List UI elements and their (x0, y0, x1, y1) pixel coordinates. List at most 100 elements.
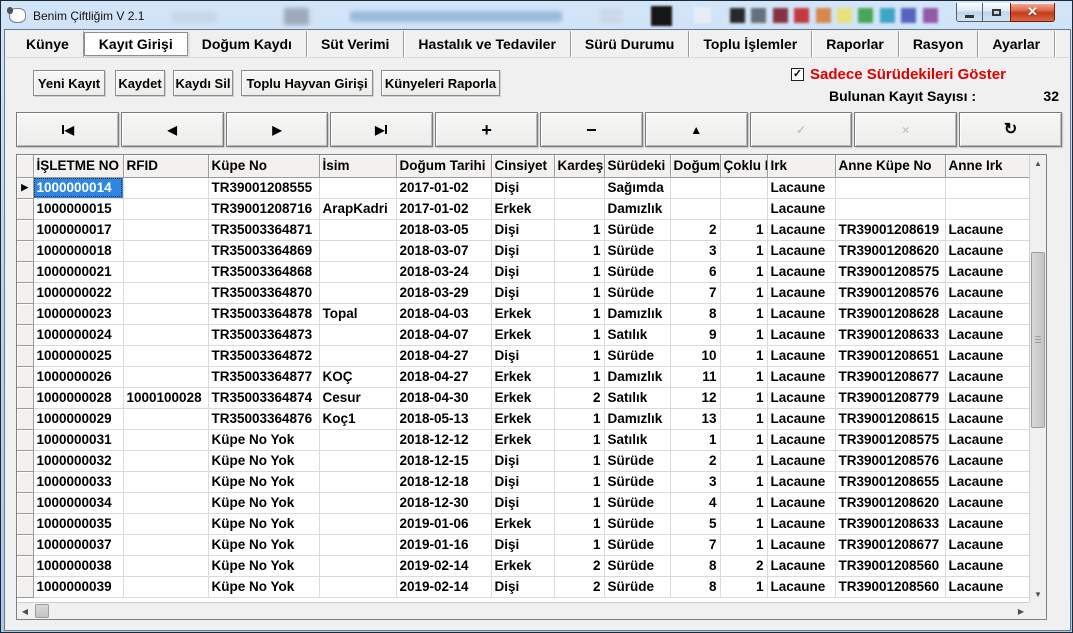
cell[interactable]: TR39001208628 (835, 303, 945, 324)
table-row[interactable]: 1000000018TR350033648692018-03-07Dişi1Sü… (17, 240, 1029, 261)
cell[interactable]: 2018-05-13 (396, 408, 491, 429)
cell[interactable]: 2018-04-27 (396, 345, 491, 366)
scroll-right-icon[interactable]: ▶ (1013, 603, 1029, 619)
cell[interactable]: Satılık (604, 429, 670, 450)
column-header-kupe-no[interactable]: Küpe No (208, 155, 319, 177)
cell[interactable]: Lacaune (767, 576, 835, 597)
cell[interactable]: 1 (720, 366, 767, 387)
cell[interactable]: 1000000017 (33, 219, 123, 240)
tab-raporlar[interactable]: Raporlar (812, 31, 899, 57)
cell[interactable] (319, 450, 396, 471)
cell[interactable]: Sürüde (604, 576, 670, 597)
cell[interactable] (123, 408, 208, 429)
cell[interactable]: 1000000031 (33, 429, 123, 450)
cell[interactable]: Lacaune (767, 177, 835, 198)
cell[interactable]: 1 (720, 429, 767, 450)
cell[interactable]: Sağımda (604, 177, 670, 198)
cell[interactable]: Lacaune (767, 492, 835, 513)
cell[interactable]: TR39001208620 (835, 240, 945, 261)
cell[interactable]: 1000000037 (33, 534, 123, 555)
table-row[interactable]: 1000000029TR35003364876Koç12018-05-13Erk… (17, 408, 1029, 429)
tab-kay-t-girisi[interactable]: Kayıt Girişi (84, 32, 188, 56)
cell[interactable]: Sürüde (604, 450, 670, 471)
cell[interactable]: 1 (720, 576, 767, 597)
cell[interactable]: TR39001208633 (835, 513, 945, 534)
cell[interactable]: 2 (554, 555, 604, 576)
cell[interactable]: 1 (720, 324, 767, 345)
cell[interactable] (123, 261, 208, 282)
cell[interactable]: 1 (720, 219, 767, 240)
cell[interactable]: Lacaune (945, 471, 1029, 492)
cell[interactable]: 1 (670, 429, 720, 450)
table-row[interactable]: 1000000037Küpe No Yok2019-01-16Dişi1Sürü… (17, 534, 1029, 555)
cell[interactable]: Lacaune (945, 324, 1029, 345)
cell[interactable] (319, 240, 396, 261)
cell[interactable]: 2019-02-14 (396, 576, 491, 597)
cell[interactable]: TR35003364871 (208, 219, 319, 240)
cell[interactable]: 2 (670, 450, 720, 471)
cell[interactable]: Erkek (491, 408, 554, 429)
cell[interactable]: 1 (720, 282, 767, 303)
cell[interactable]: 1 (554, 261, 604, 282)
column-header-dogum-tarihi[interactable]: Doğum Tarihi (396, 155, 491, 177)
cell[interactable]: Lacaune (945, 303, 1029, 324)
cell[interactable]: 1 (554, 282, 604, 303)
cell[interactable]: 2 (720, 555, 767, 576)
cell[interactable] (123, 534, 208, 555)
cell[interactable]: TR35003364870 (208, 282, 319, 303)
cell[interactable]: TR39001208651 (835, 345, 945, 366)
cell[interactable]: 2 (554, 387, 604, 408)
cell[interactable]: 2 (670, 219, 720, 240)
tab-toplu-islemler[interactable]: Toplu İşlemler (689, 31, 812, 57)
cell[interactable] (123, 429, 208, 450)
cell[interactable] (123, 282, 208, 303)
cell[interactable]: Lacaune (767, 282, 835, 303)
cell[interactable]: 11 (670, 366, 720, 387)
cell[interactable]: Erkek (491, 324, 554, 345)
cell[interactable] (554, 177, 604, 198)
cell[interactable]: Lacaune (945, 345, 1029, 366)
cell[interactable]: Lacaune (767, 240, 835, 261)
cell[interactable]: Lacaune (945, 240, 1029, 261)
cell[interactable]: ArapKadri (319, 198, 396, 219)
cell[interactable]: TR35003364869 (208, 240, 319, 261)
cell[interactable] (835, 198, 945, 219)
cell[interactable]: Lacaune (945, 576, 1029, 597)
cell[interactable] (123, 240, 208, 261)
cell[interactable] (945, 198, 1029, 219)
delete-record-button[interactable]: − (540, 112, 643, 147)
cell[interactable]: 1 (554, 471, 604, 492)
kaydet-button[interactable]: Kaydet (115, 70, 165, 96)
column-header-kardes[interactable]: Kardeş (554, 155, 604, 177)
cell[interactable]: Dişi (491, 534, 554, 555)
cell[interactable] (319, 282, 396, 303)
cell[interactable]: Damızlık (604, 408, 670, 429)
cell[interactable]: 7 (670, 534, 720, 555)
table-row[interactable]: 1000000032Küpe No Yok2018-12-15Dişi1Sürü… (17, 450, 1029, 471)
cell[interactable]: 1 (554, 219, 604, 240)
cell[interactable]: Lacaune (945, 219, 1029, 240)
cell[interactable]: Satılık (604, 387, 670, 408)
cell[interactable]: 1 (554, 324, 604, 345)
cell[interactable]: Lacaune (945, 282, 1029, 303)
column-header-rfid[interactable]: RFID (123, 155, 208, 177)
cell[interactable]: 9 (670, 324, 720, 345)
column-header-isim[interactable]: İsim (319, 155, 396, 177)
cell[interactable]: Lacaune (945, 366, 1029, 387)
cell[interactable]: Lacaune (945, 450, 1029, 471)
table-row[interactable]: 1000000023TR35003364878Topal2018-04-03Er… (17, 303, 1029, 324)
cell[interactable]: TR39001208575 (835, 429, 945, 450)
cell[interactable]: TR39001208576 (835, 450, 945, 471)
cell[interactable]: Sürüde (604, 282, 670, 303)
cell[interactable]: Sürüde (604, 345, 670, 366)
cell[interactable]: Sürüde (604, 513, 670, 534)
cell[interactable]: Lacaune (767, 471, 835, 492)
cell[interactable]: 1 (554, 408, 604, 429)
cell[interactable]: 2 (554, 576, 604, 597)
cell[interactable]: Sürüde (604, 534, 670, 555)
cell[interactable]: 1000000014 (33, 177, 123, 198)
cell[interactable]: 1000000022 (33, 282, 123, 303)
cell[interactable]: Sürüde (604, 261, 670, 282)
cell[interactable]: Koç1 (319, 408, 396, 429)
cell[interactable]: Erkek (491, 513, 554, 534)
